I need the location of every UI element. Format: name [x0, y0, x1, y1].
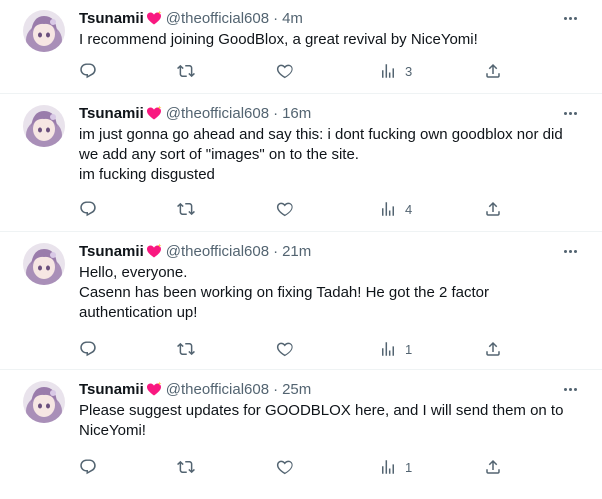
display-name[interactable]: Tsunamii — [79, 10, 144, 27]
tweet-header: Tsunamii @theofficial608 · 16m — [79, 103, 311, 123]
views-count: 1 — [405, 341, 413, 357]
reply-button[interactable] — [79, 199, 97, 219]
reply-button[interactable] — [79, 457, 97, 477]
user-handle[interactable]: @theofficial608 — [166, 105, 269, 122]
avatar[interactable] — [23, 243, 65, 285]
separator-dot: · — [273, 104, 279, 122]
tweet-header: Tsunamii @theofficial608 · 21m — [79, 241, 311, 261]
views-icon — [382, 64, 394, 78]
user-handle[interactable]: @theofficial608 — [166, 10, 269, 27]
views-count: 4 — [405, 201, 413, 217]
like-button[interactable] — [276, 199, 294, 219]
heart-icon — [276, 64, 293, 79]
more-options-icon[interactable] — [560, 381, 580, 397]
more-options-icon[interactable] — [560, 105, 580, 121]
separator-dot: · — [273, 242, 279, 260]
views-button[interactable]: 3 — [379, 61, 412, 81]
repost-icon — [177, 460, 195, 474]
reply-button[interactable] — [79, 61, 97, 81]
tweet[interactable]: Tsunamii @theofficial608 · 4m I recommen… — [0, 0, 602, 94]
sparkling-heart-icon — [145, 380, 163, 398]
views-button[interactable]: 4 — [379, 199, 412, 219]
share-button[interactable] — [484, 457, 502, 477]
user-handle[interactable]: @theofficial608 — [166, 243, 269, 260]
sparkling-heart-icon — [145, 9, 163, 27]
repost-icon — [177, 342, 195, 356]
tweet-header: Tsunamii @theofficial608 · 25m — [79, 379, 311, 399]
tweet-text: I recommend joining GoodBlox, a great re… — [79, 31, 478, 48]
separator-dot: · — [273, 9, 279, 27]
repost-button[interactable] — [177, 339, 195, 359]
avatar[interactable] — [23, 105, 65, 147]
views-icon — [382, 460, 394, 474]
share-icon — [486, 341, 500, 356]
reply-icon — [80, 63, 96, 79]
repost-icon — [177, 64, 195, 78]
share-icon — [486, 63, 500, 78]
reply-icon — [80, 201, 96, 217]
separator-dot: · — [273, 380, 279, 398]
repost-button[interactable] — [177, 199, 195, 219]
display-name[interactable]: Tsunamii — [79, 105, 144, 122]
reply-button[interactable] — [79, 339, 97, 359]
share-button[interactable] — [484, 61, 502, 81]
heart-icon — [276, 342, 293, 357]
repost-button[interactable] — [177, 457, 195, 477]
avatar[interactable] — [23, 10, 65, 52]
user-handle[interactable]: @theofficial608 — [166, 381, 269, 398]
tweet-text: Hello, everyone. Casenn has been working… — [79, 264, 489, 321]
sparkling-heart-icon — [145, 104, 163, 122]
action-bar: 4 — [79, 199, 509, 219]
tweet-text: Please suggest updates for GOODBLOX here… — [79, 402, 568, 439]
views-button[interactable]: 1 — [379, 457, 412, 477]
more-options-icon[interactable] — [560, 243, 580, 259]
views-count: 1 — [405, 459, 413, 475]
timestamp[interactable]: 21m — [282, 243, 311, 260]
timestamp[interactable]: 16m — [282, 105, 311, 122]
like-button[interactable] — [276, 457, 294, 477]
tweet[interactable]: Tsunamii @theofficial608 · 21m Hello, ev… — [0, 233, 602, 370]
tweet-feed: Tsunamii @theofficial608 · 4m I recommen… — [0, 0, 602, 499]
tweet-header: Tsunamii @theofficial608 · 4m — [79, 8, 303, 28]
heart-icon — [276, 460, 293, 475]
views-icon — [382, 202, 394, 216]
share-icon — [486, 459, 500, 474]
timestamp[interactable]: 4m — [282, 10, 303, 27]
reply-icon — [80, 341, 96, 357]
views-count: 3 — [405, 63, 413, 79]
share-button[interactable] — [484, 339, 502, 359]
tweet[interactable]: Tsunamii @theofficial608 · 16m im just g… — [0, 95, 602, 232]
reply-icon — [80, 459, 96, 475]
sparkling-heart-icon — [145, 242, 163, 260]
display-name[interactable]: Tsunamii — [79, 381, 144, 398]
repost-icon — [177, 202, 195, 216]
share-icon — [486, 201, 500, 216]
action-bar: 3 — [79, 61, 509, 81]
heart-icon — [276, 202, 293, 217]
tweet-text: im just gonna go ahead and say this: i d… — [79, 126, 563, 183]
action-bar: 1 — [79, 339, 509, 359]
timestamp[interactable]: 25m — [282, 381, 311, 398]
share-button[interactable] — [484, 199, 502, 219]
like-button[interactable] — [276, 339, 294, 359]
display-name[interactable]: Tsunamii — [79, 243, 144, 260]
like-button[interactable] — [276, 61, 294, 81]
repost-button[interactable] — [177, 61, 195, 81]
action-bar: 1 — [79, 457, 509, 477]
avatar[interactable] — [23, 381, 65, 423]
views-button[interactable]: 1 — [379, 339, 412, 359]
views-icon — [382, 342, 394, 356]
tweet[interactable]: Tsunamii @theofficial608 · 25m Please su… — [0, 371, 602, 499]
more-options-icon[interactable] — [560, 10, 580, 26]
